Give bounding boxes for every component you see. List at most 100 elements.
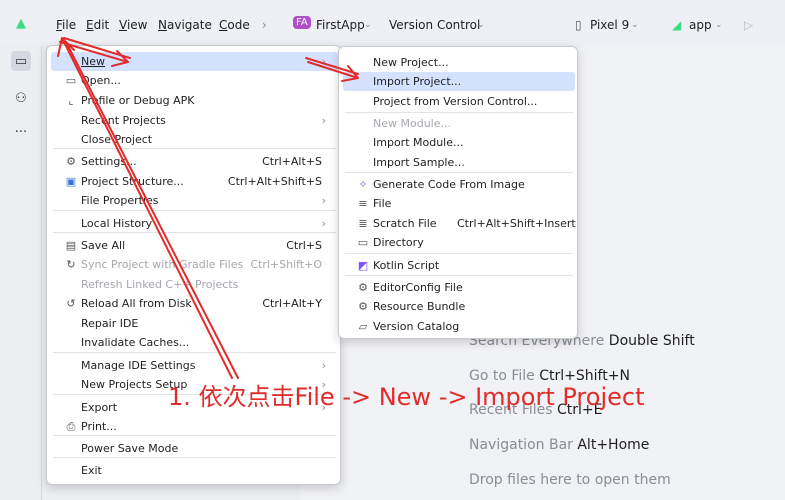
menu-file[interactable]: File (56, 18, 76, 32)
chevron-down-icon: ⌄ (715, 20, 723, 30)
menu-item-shortcut: Ctrl+S (286, 239, 322, 252)
menu-item-version-catalog[interactable]: ▱ Version Catalog (343, 317, 575, 336)
hint-text: Navigation Bar (469, 437, 573, 453)
menu-item-label: Reload All from Disk (81, 297, 192, 310)
gear-icon: ⚙ (358, 300, 368, 313)
hint-text: Drop files here to open them (469, 472, 671, 488)
menu-separator (345, 275, 573, 276)
android-logo-icon[interactable]: ▲ (16, 16, 26, 31)
project-name[interactable]: FirstApp (316, 18, 365, 32)
menu-item-generate-code-from-image[interactable]: ✧ Generate Code From Image (343, 175, 575, 194)
menu-item-file[interactable]: ≡ File (343, 194, 575, 213)
menu-item-invalidate-caches[interactable]: Invalidate Caches... (51, 333, 338, 352)
menu-item-label: Sync Project with Gradle Files (81, 258, 244, 271)
hint-navigation-bar: Navigation Bar Alt+Home (469, 437, 649, 453)
menu-item-reload-all-from-disk[interactable]: ↺ Reload All from Disk Ctrl+Alt+Y (51, 294, 338, 313)
gear-icon: ⚙ (358, 281, 368, 294)
menu-item-project-structure[interactable]: ▣ Project Structure... Ctrl+Alt+Shift+S (51, 172, 338, 191)
menu-item-label: Close Project (81, 133, 153, 146)
menu-item-label: Resource Bundle (373, 300, 466, 313)
scratch-file-icon: ≣ (358, 217, 368, 230)
menu-item-label: New (81, 55, 105, 68)
menu-item-file-properties[interactable]: File Properties › (51, 191, 338, 210)
menu-item-close-project[interactable]: Close Project (51, 130, 338, 149)
menu-separator (53, 352, 336, 353)
catalog-icon: ▱ (358, 320, 368, 333)
sparkle-icon: ✧ (358, 178, 368, 191)
menu-code[interactable]: Code (219, 18, 250, 32)
chevron-right-icon: › (321, 217, 326, 230)
menu-item-exit[interactable]: Exit (51, 461, 338, 480)
menu-item-label: Power Save Mode (81, 442, 179, 455)
chevron-right-icon: › (321, 114, 326, 127)
menu-item-print[interactable]: ⎙ Print... (51, 417, 338, 436)
menu-item-label: Kotlin Script (373, 259, 440, 272)
menu-item-label: Import Sample... (373, 156, 465, 169)
project-folder-icon[interactable]: ▭ (11, 51, 31, 71)
menu-item-resource-bundle[interactable]: ⚙ Resource Bundle (343, 297, 575, 316)
menu-item-label: Manage IDE Settings (81, 359, 196, 372)
menu-item-editorconfig-file[interactable]: ⚙ EditorConfig File (343, 278, 575, 297)
menu-item-power-save-mode[interactable]: Power Save Mode (51, 439, 338, 458)
menu-item-new[interactable]: New › (51, 52, 338, 71)
run-config-selector[interactable]: app (689, 18, 712, 32)
menu-item-open[interactable]: ▭ Open... (51, 71, 338, 90)
menu-edit-mnemonic: E (86, 18, 94, 32)
menu-item-shortcut: Ctrl+Alt+Y (262, 297, 322, 310)
menu-item-label: File Properties (81, 194, 159, 207)
menu-item-settings[interactable]: ⚙ Settings... Ctrl+Alt+S (51, 152, 338, 171)
new-submenu: New Project... Import Project... Project f… (338, 46, 578, 339)
menu-item-shortcut: Ctrl+Alt+S (262, 155, 322, 168)
menu-item-refresh-linked-c-projects: Refresh Linked C++ Projects (51, 275, 338, 294)
menu-item-recent-projects[interactable]: Recent Projects › (51, 111, 338, 130)
menu-edit-rest: dit (93, 18, 110, 32)
chevron-right-icon: › (321, 359, 326, 372)
menu-navigate-mnemonic: N (158, 18, 167, 32)
menu-edit[interactable]: Edit (86, 18, 109, 32)
menu-item-import-module[interactable]: Import Module... (343, 133, 575, 152)
hint-key: Alt+Home (577, 437, 650, 453)
menu-file-rest: ile (62, 18, 77, 32)
menu-item-label: Export (81, 401, 118, 414)
folder-icon: ▭ (65, 74, 77, 87)
menu-item-shortcut: Ctrl+Shift+O (250, 258, 322, 271)
menu-item-project-from-version-control[interactable]: Project from Version Control... (343, 92, 575, 111)
vcs-widget[interactable]: Version Control (389, 18, 480, 32)
menu-item-label: Generate Code From Image (373, 178, 525, 191)
menu-item-import-project[interactable]: Import Project... (343, 72, 575, 91)
menu-item-label: Repair IDE (81, 317, 139, 330)
chevron-down-icon: ⌄ (631, 20, 639, 30)
kotlin-icon: ◩ (357, 259, 369, 272)
sync-icon: ↻ (66, 258, 76, 271)
menu-item-manage-ide-settings[interactable]: Manage IDE Settings › (51, 356, 338, 375)
menu-item-label: Scratch File (373, 217, 437, 230)
chevron-right-icon: › (321, 194, 326, 207)
menu-navigate[interactable]: Navigate (158, 18, 212, 32)
device-selector[interactable]: Pixel 9 (590, 18, 629, 32)
menu-item-save-all[interactable]: ▤ Save All Ctrl+S (51, 236, 338, 255)
project-badge[interactable]: FA (293, 16, 311, 29)
menu-item-sync-project-with-gradle-files: ↻ Sync Project with Gradle Files Ctrl+Shif… (51, 255, 338, 274)
menu-item-label: Print... (81, 420, 117, 433)
save-icon: ▤ (65, 239, 77, 252)
menu-item-local-history[interactable]: Local History › (51, 214, 338, 233)
menu-item-label: Invalidate Caches... (81, 336, 190, 349)
menu-item-label: Local History (81, 217, 153, 230)
menu-item-label: Project Structure... (81, 175, 184, 188)
project-structure-icon: ▣ (65, 175, 77, 188)
menu-item-profile-or-debug-apk[interactable]: ⌞ Profile or Debug APK (51, 91, 338, 110)
menu-code-rest: ode (227, 18, 250, 32)
menu-item-scratch-file[interactable]: ≣ Scratch File Ctrl+Alt+Shift+Insert (343, 214, 575, 233)
more-icon[interactable]: ··· (11, 122, 31, 142)
menu-view[interactable]: View (119, 18, 147, 32)
chevron-down-icon: ⌄ (364, 20, 372, 30)
menu-item-new-project[interactable]: New Project... (343, 53, 575, 72)
menu-item-repair-ide[interactable]: Repair IDE (51, 314, 338, 333)
menu-navigate-rest: avigate (166, 18, 212, 32)
run-icon[interactable]: ▷ (744, 18, 753, 32)
menu-item-kotlin-script[interactable]: ◩ Kotlin Script (343, 256, 575, 275)
hint-drop-files: Drop files here to open them (469, 472, 671, 488)
menu-item-directory[interactable]: ▭ Directory (343, 233, 575, 252)
menu-item-import-sample[interactable]: Import Sample... (343, 153, 575, 172)
structure-icon[interactable]: ⚇ (11, 88, 31, 108)
